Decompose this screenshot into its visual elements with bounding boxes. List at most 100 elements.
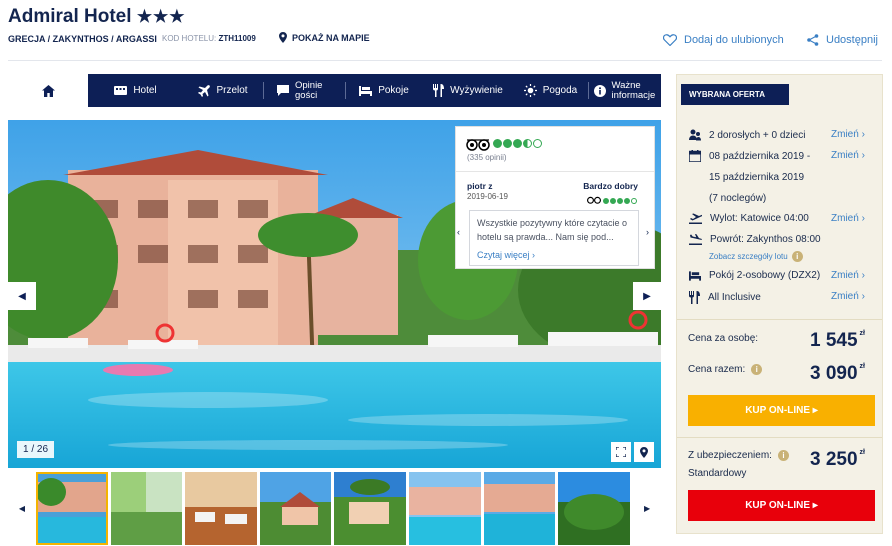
return-row: Powrót: Zakynthos 08:00 [689,234,821,245]
review-excerpt: Wszystkie pozytywny które czytacie o hot… [469,210,639,266]
price-per-person: 1 545 zł [810,330,865,351]
thumbnail[interactable] [409,471,481,545]
divider [456,171,654,172]
departure-plane-icon [689,213,702,224]
fullscreen-icon [616,447,626,457]
price-per-person-label: Cena za osobę: [688,333,759,344]
review-author: piotr z [467,181,493,191]
tab-important-info[interactable]: Ważne informacje [588,74,661,107]
chevron-right-icon: ▶ [643,290,651,302]
home-icon [41,84,55,97]
change-room-link[interactable]: Zmień › [831,270,865,281]
tab-weather[interactable]: Pogoda [513,74,588,107]
gallery-map-button[interactable] [634,442,654,462]
info-icon: i [791,251,803,262]
hotel-title: Admiral Hotel ★★★ [8,6,186,28]
tab-hotel[interactable]: Hotel [88,74,183,107]
tab-separator [263,82,264,99]
thumbnail[interactable] [185,471,257,545]
flight-details-link[interactable]: Zobacz szczegóły lotu i [709,251,803,262]
tab-home[interactable] [8,74,88,107]
price-total: 3 090 zł [810,363,865,384]
calendar-icon [689,150,701,162]
price-total-label: Cena razem: i [688,364,763,375]
thumbs-next-button[interactable]: ▶ [633,504,661,513]
dates-row: 08 października 2019 - [689,150,810,162]
share-icon [807,34,819,46]
date-to: 15 października 2019 [709,172,805,183]
tab-separator [345,82,346,99]
arrival-plane-icon [689,234,702,245]
info-icon[interactable]: i [777,450,789,461]
divider [8,60,882,61]
gallery-counter: 1 / 26 [17,441,55,458]
hotel-name: Admiral Hotel [8,6,132,27]
review-verdict: Bardzo dobry [583,181,638,191]
tab-separator [588,82,589,99]
show-on-map-link[interactable]: POKAŻ NA MAPIE [279,32,370,43]
people-icon [689,129,701,141]
thumbnail[interactable] [334,471,407,545]
tab-reviews[interactable]: Opinie gości [263,74,345,107]
insurance-label: Z ubezpieczeniem: i [688,450,789,461]
bed-icon [359,85,373,96]
nights: (7 noclegów) [709,193,767,204]
thumbs-prev-button[interactable]: ◀ [8,504,36,513]
read-more-link[interactable]: Czytaj więcej › [477,248,631,262]
review-card: (335 opinii) piotr z 2019-06-19 Bardzo d… [455,126,655,269]
review-prev-button[interactable]: ‹ [457,227,460,237]
divider [677,437,882,438]
thumbnail[interactable] [558,471,631,545]
cutlery-icon [689,291,700,304]
breadcrumb[interactable]: GRECJA / ZAKYNTHOS / ARGASSI [8,34,157,44]
fullscreen-button[interactable] [611,442,631,462]
price-with-insurance: 3 250 zł [810,449,865,470]
review-date: 2019-06-19 [467,192,508,201]
change-flight-link[interactable]: Zmień › [831,213,865,224]
sun-icon [523,84,537,97]
thumbnail[interactable] [259,471,332,545]
tab-flight[interactable]: Przelot [183,74,263,107]
heart-icon [663,34,677,46]
thumbnail[interactable] [110,471,183,545]
review-rating [587,191,638,209]
hotel-stars: ★★★ [136,7,186,26]
guests-row: 2 dorosłych + 0 dzieci [689,129,805,141]
change-board-link[interactable]: Zmień › [831,291,865,302]
review-count: (335 opinii) [467,153,507,162]
change-guests-link[interactable]: Zmień › [831,129,865,140]
buy-online-insured-button[interactable]: KUP ON-LINE ▸ [688,490,875,521]
map-pin-icon [640,446,648,458]
tripadvisor-logo-icon [466,138,490,151]
board-row: All Inclusive [689,291,761,304]
chevron-left-icon: ◀ [18,290,26,302]
comment-icon [277,85,289,96]
review-next-button[interactable]: › [646,227,649,237]
map-pin-icon [279,32,287,43]
tripadvisor-logo-icon [587,196,601,204]
departure-row: Wylot: Katowice 04:00 [689,213,809,224]
buy-online-button[interactable]: KUP ON-LINE ▸ [688,395,875,426]
thumbnail-strip: ◀ ▶ [8,470,661,546]
thumbnail[interactable] [483,471,556,545]
divider [677,319,882,320]
gallery-next-button[interactable]: ▶ [633,282,661,310]
share-button[interactable]: Udostępnij [807,34,878,46]
tripadvisor-rating [493,135,543,153]
tab-board[interactable]: Wyżywienie [423,74,513,107]
thumbnail[interactable] [35,471,108,545]
cutlery-icon [433,84,445,97]
hotel-icon [114,86,128,95]
add-to-favorites-button[interactable]: Dodaj do ulubionych [663,34,784,46]
insurance-type: Standardowy [688,468,747,479]
info-icon[interactable]: i [751,364,763,375]
tab-rooms[interactable]: Pokoje [345,74,423,107]
room-row: Pokój 2-osobowy (DZX2) [689,270,820,281]
info-icon [593,84,606,97]
change-dates-link[interactable]: Zmień › [831,150,865,161]
bed-icon [689,270,701,281]
gallery-prev-button[interactable]: ◀ [8,282,36,310]
offer-header: WYBRANA OFERTA [681,84,789,105]
offer-panel: WYBRANA OFERTA 2 dorosłych + 0 dzieci Zm… [676,74,883,534]
hotel-code: KOD HOTELU: ZTH11009 [162,34,256,43]
